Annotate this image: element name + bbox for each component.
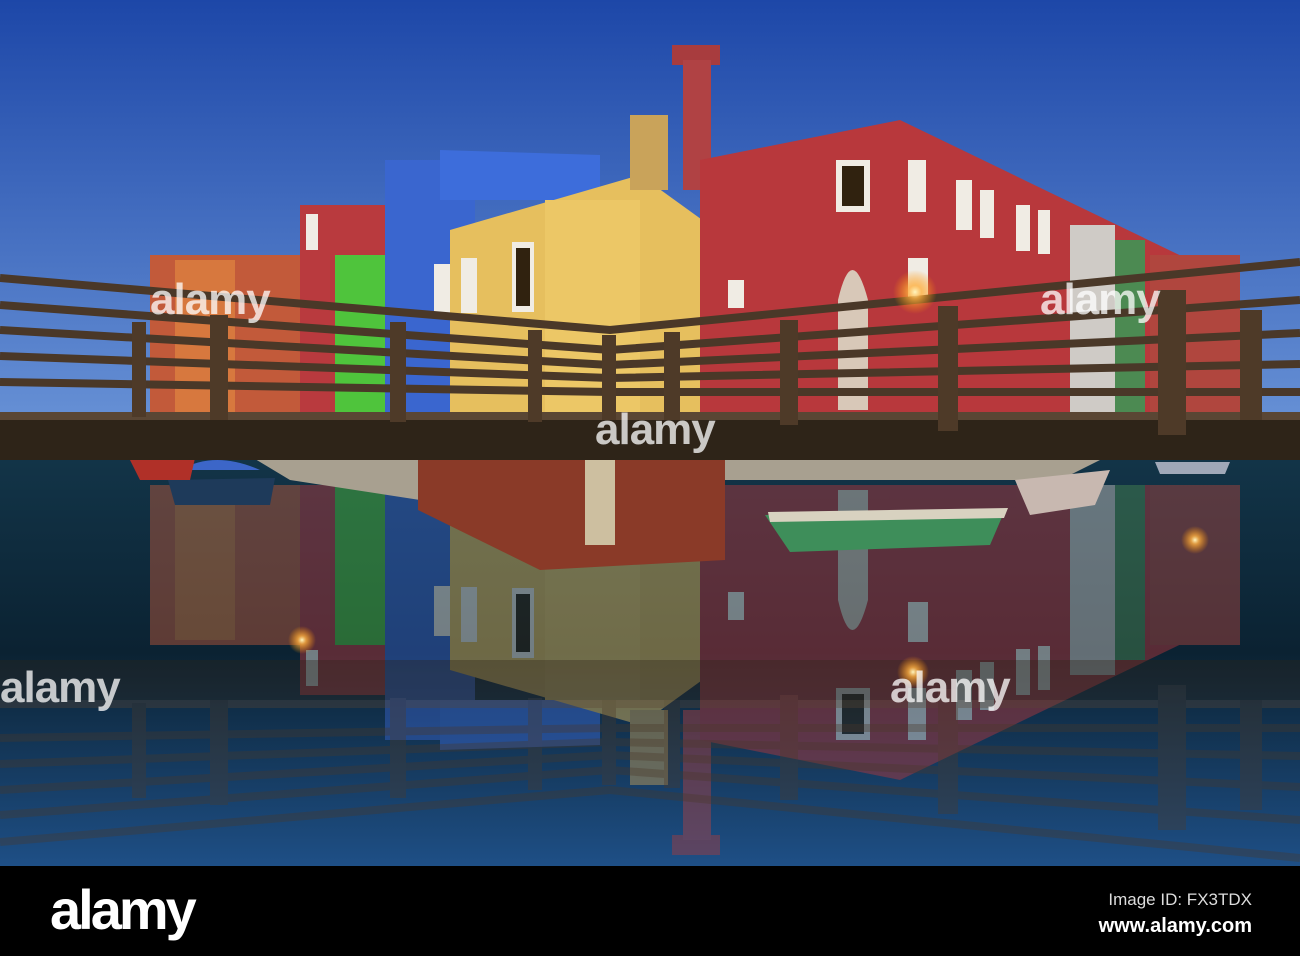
watermark-center: alamy [595,405,716,454]
footer-bar: alamy Image ID: FX3TDX www.alamy.com [0,866,1300,956]
image-id: Image ID: FX3TDX [1108,890,1252,909]
alamy-logo: alamy [50,878,197,941]
watermark-top-left: alamy [150,275,271,324]
watermark-left: alamy [0,663,121,712]
stock-photo: alamy alamy alamy alamy alamy alamy Imag… [0,0,1300,956]
watermark-top-right: alamy [1040,275,1161,324]
site-url: www.alamy.com [1098,915,1252,937]
watermark-right: alamy [890,663,1011,712]
